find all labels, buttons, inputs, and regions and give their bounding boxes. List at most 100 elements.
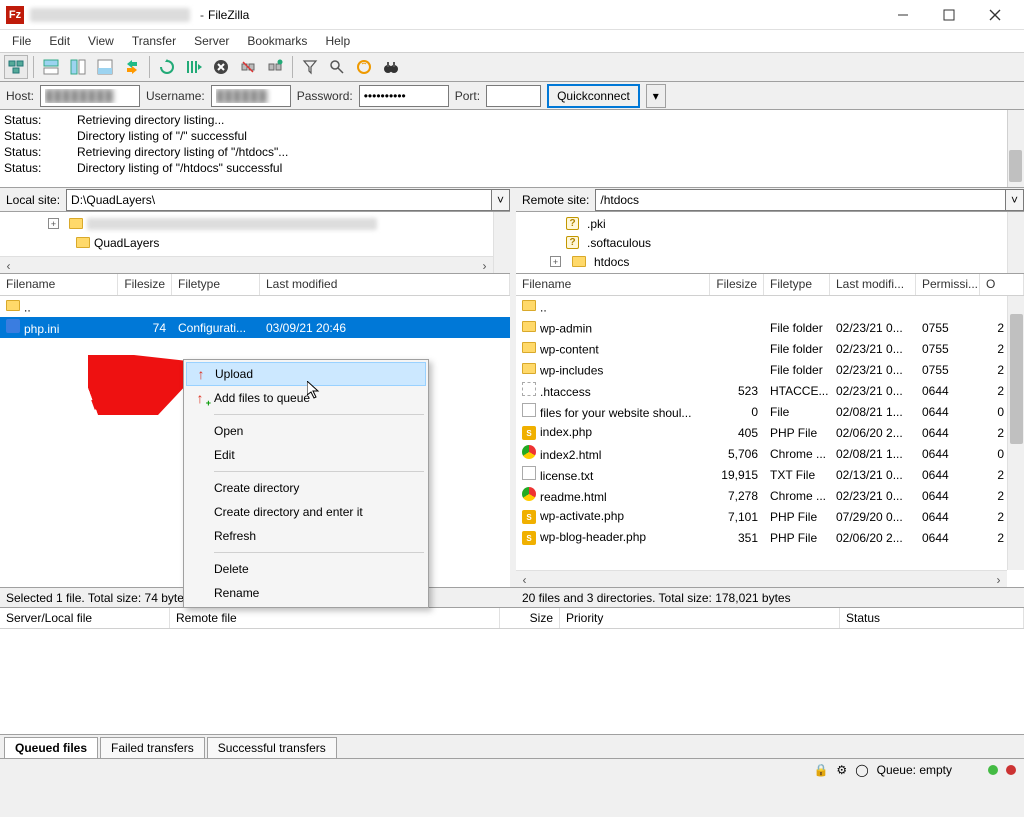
remote-file-list[interactable]: ..wp-adminFile folder02/23/21 0...07552w… — [516, 296, 1024, 587]
queue-tab[interactable]: Queued files — [4, 737, 98, 758]
list-item[interactable]: wp-contentFile folder02/23/21 0...07552 — [516, 338, 1024, 359]
menu-bookmarks[interactable]: Bookmarks — [239, 32, 315, 50]
local-tree[interactable]: + QuadLayers ‹› — [0, 212, 510, 274]
reconnect-icon[interactable] — [263, 55, 287, 79]
htaccess-icon — [522, 382, 536, 396]
list-item[interactable]: Swp-activate.php7,101PHP File07/29/20 0.… — [516, 506, 1024, 527]
password-input[interactable] — [359, 85, 449, 107]
list-item[interactable]: php.ini74Configurati...03/09/21 20:46 — [0, 317, 510, 338]
sitemanager-icon[interactable] — [4, 55, 28, 79]
binoculars-icon[interactable] — [379, 55, 403, 79]
menu-file[interactable]: File — [4, 32, 39, 50]
menubar: FileEditViewTransferServerBookmarksHelp — [0, 30, 1024, 52]
menu-view[interactable]: View — [80, 32, 122, 50]
context-menu-item[interactable]: Rename — [186, 581, 426, 605]
list-item[interactable]: .htaccess523HTACCE...02/23/21 0...06442 — [516, 380, 1024, 401]
context-menu-item[interactable]: Delete — [186, 557, 426, 581]
menu-help[interactable]: Help — [317, 32, 358, 50]
queue-tab[interactable]: Successful transfers — [207, 737, 337, 758]
username-label: Username: — [146, 89, 205, 103]
context-menu-item[interactable]: Refresh — [186, 524, 426, 548]
sync-browse-icon[interactable] — [120, 55, 144, 79]
remote-list-header[interactable]: Filename Filesize Filetype Last modifi..… — [516, 274, 1024, 296]
statusbar: 🔒 ⚙ ◯ Queue: empty — [0, 758, 1024, 780]
chrome-html-icon — [522, 445, 536, 459]
menu-edit[interactable]: Edit — [41, 32, 78, 50]
list-item[interactable]: wp-includesFile folder02/23/21 0...07552 — [516, 359, 1024, 380]
process-queue-icon[interactable] — [182, 55, 206, 79]
context-menu-item[interactable]: Open — [186, 419, 426, 443]
list-item[interactable]: index2.html5,706Chrome ...02/08/21 1...0… — [516, 443, 1024, 464]
quickconnect-button[interactable]: Quickconnect — [547, 84, 640, 108]
remote-tree[interactable]: ?.pki?.softaculous+htdocs — [516, 212, 1024, 274]
local-tree-item[interactable]: QuadLayers — [94, 236, 159, 250]
remote-status: 20 files and 3 directories. Total size: … — [516, 587, 1024, 607]
status-row: Status:Retrieving directory listing... — [4, 112, 1020, 128]
app-name: FileZilla — [208, 8, 249, 22]
list-item[interactable]: wp-adminFile folder02/23/21 0...07552 — [516, 317, 1024, 338]
host-input[interactable] — [40, 85, 140, 107]
context-menu-item[interactable]: Create directory and enter it — [186, 500, 426, 524]
disconnect-icon[interactable] — [236, 55, 260, 79]
menu-transfer[interactable]: Transfer — [124, 32, 184, 50]
toggle-tree-icon[interactable] — [66, 55, 90, 79]
gear-icon: ⚙ — [836, 763, 847, 777]
queue-tabs: Queued filesFailed transfersSuccessful t… — [0, 734, 1024, 758]
activity-led-red — [1006, 765, 1016, 775]
quickconnect-history-dropdown[interactable]: ▾ — [646, 84, 666, 108]
queue-header[interactable]: Server/Local file Remote file Size Prior… — [0, 607, 1024, 629]
log-scrollbar[interactable] — [1007, 110, 1024, 187]
unknown-folder-icon: ? — [566, 236, 579, 249]
context-menu-item[interactable]: Create directory — [186, 476, 426, 500]
minimize-button[interactable] — [880, 0, 926, 30]
titlebar: Fz - FileZilla — [0, 0, 1024, 30]
port-input[interactable] — [486, 85, 541, 107]
local-list-header[interactable]: Filename Filesize Filetype Last modified — [0, 274, 510, 296]
list-item[interactable]: files for your website shoul...0File02/0… — [516, 401, 1024, 422]
queue-tab[interactable]: Failed transfers — [100, 737, 205, 758]
empty-circle-icon: ◯ — [855, 763, 868, 777]
toggle-log-icon[interactable] — [39, 55, 63, 79]
compare-icon[interactable] — [352, 55, 376, 79]
lock-icon: 🔒 — [813, 763, 828, 777]
refresh-icon[interactable] — [155, 55, 179, 79]
list-item[interactable]: readme.html7,278Chrome ...02/23/21 0...0… — [516, 485, 1024, 506]
context-menu-item[interactable]: ↑Upload — [186, 362, 426, 386]
context-menu-item[interactable]: Edit — [186, 443, 426, 467]
search-icon[interactable] — [325, 55, 349, 79]
remote-hscroll[interactable]: ‹› — [516, 570, 1007, 587]
remote-tree-item[interactable]: +htdocs — [520, 252, 1020, 271]
list-item[interactable]: license.txt19,915TXT File02/13/21 0...06… — [516, 464, 1024, 485]
remote-list-scrollbar[interactable] — [1007, 296, 1024, 570]
list-item[interactable]: Swp-blog-header.php351PHP File02/06/20 2… — [516, 527, 1024, 548]
folder-icon — [6, 299, 20, 313]
remote-tree-item[interactable]: ?.pki — [520, 214, 1020, 233]
maximize-button[interactable] — [926, 0, 972, 30]
local-site-dropdown[interactable]: ˅ — [492, 189, 510, 211]
close-button[interactable] — [972, 0, 1018, 30]
remote-site-dropdown[interactable]: ˅ — [1006, 189, 1024, 211]
remote-site-label: Remote site: — [516, 193, 595, 207]
title-host-blurred — [30, 8, 190, 22]
chrome-html-icon — [522, 487, 536, 501]
list-item[interactable]: .. — [516, 296, 1024, 317]
queue-body[interactable] — [0, 629, 1024, 734]
remote-site-input[interactable] — [595, 189, 1006, 211]
folder-icon — [522, 320, 536, 334]
local-site-input[interactable] — [66, 189, 492, 211]
remote-site-bar: Remote site: ˅ — [516, 188, 1024, 212]
context-menu-item[interactable]: ↑Add files to queue — [186, 386, 426, 410]
remote-tree-item[interactable]: ?.softaculous — [520, 233, 1020, 252]
toggle-queue-icon[interactable] — [93, 55, 117, 79]
queue-status-text: Queue: empty — [877, 763, 952, 777]
folder-icon — [522, 362, 536, 376]
remote-pane: ?.pki?.softaculous+htdocs Filename Files… — [516, 212, 1024, 587]
filter-icon[interactable] — [298, 55, 322, 79]
php-file-icon: S — [522, 510, 536, 524]
cancel-icon[interactable] — [209, 55, 233, 79]
list-item[interactable]: .. — [0, 296, 510, 317]
menu-server[interactable]: Server — [186, 32, 237, 50]
list-item[interactable]: Sindex.php405PHP File02/06/20 2...06442 — [516, 422, 1024, 443]
username-input[interactable] — [211, 85, 291, 107]
toolbar — [0, 52, 1024, 82]
